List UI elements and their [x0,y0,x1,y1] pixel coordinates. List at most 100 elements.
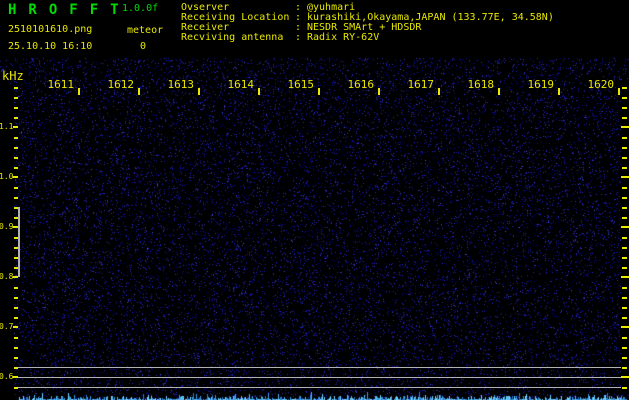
y-axis-unit-label: kHz [2,71,24,81]
y-axis-tick-major [13,326,18,328]
y-axis-tick-major [621,226,629,228]
y-axis-tick-minor [622,247,627,249]
y-axis-label: 0.9 [0,223,13,231]
x-axis-tick [258,88,260,95]
y-axis-tick-minor [622,387,627,389]
y-axis-tick-minor [14,217,18,219]
y-axis-label: 1.0 [0,173,13,181]
y-axis-tick-minor [14,317,18,319]
y-axis-tick-minor [14,97,18,99]
y-axis-tick-minor [14,197,18,199]
y-axis-tick-minor [14,157,18,159]
y-axis-tick-minor [622,347,627,349]
y-axis-tick-major [621,176,629,178]
y-axis-tick-minor [622,317,627,319]
meteor-counter-value: 0 [140,42,146,52]
carrier-line [18,377,621,378]
y-axis-tick-minor [14,137,18,139]
edge-artifact-line [18,207,20,277]
spectrogram-noise-canvas [0,0,629,400]
y-axis-tick-minor [622,267,627,269]
x-axis-tick [438,88,440,95]
y-axis-tick-minor [14,237,18,239]
x-axis-tick [78,88,80,95]
y-axis-tick-minor [622,297,627,299]
info-row: Recviving antenna: Radix RY-62V [181,33,621,43]
y-axis-tick-major [13,126,18,128]
app-version: 1.0.0f [122,3,158,14]
y-axis-tick-minor [622,357,627,359]
x-axis-label: 1614 [224,80,254,90]
hrofft-window: HROFFT 1.0.0f 2510101610.png meteor 25.1… [0,0,629,400]
x-axis-label: 1618 [464,80,494,90]
x-axis-tick [378,88,380,95]
y-axis-label: 0.6 [0,373,13,381]
x-axis-tick [558,88,560,95]
y-axis-tick-minor [14,347,18,349]
y-axis-tick-minor [14,357,18,359]
y-axis-tick-minor [622,217,627,219]
x-axis-tick [138,88,140,95]
y-axis-tick-minor [14,207,18,209]
y-axis-label: 0.7 [0,323,13,331]
meteor-counter-label: meteor [127,26,163,36]
x-axis-label: 1612 [104,80,134,90]
y-axis-tick-minor [622,147,627,149]
y-axis-tick-minor [14,167,18,169]
y-axis-tick-minor [14,87,18,89]
y-axis-tick-minor [622,87,627,89]
y-axis-tick-major [13,376,18,378]
y-axis-tick-minor [622,157,627,159]
y-axis-tick-minor [14,267,18,269]
y-axis-tick-major [621,376,629,378]
y-axis-tick-minor [622,287,627,289]
y-axis-tick-major [621,126,629,128]
x-axis-tick [198,88,200,95]
y-axis-tick-minor [14,117,18,119]
y-axis-tick-minor [622,197,627,199]
carrier-line [18,387,621,388]
x-axis-tick [318,88,320,95]
y-axis-tick-minor [14,287,18,289]
y-axis-tick-minor [622,137,627,139]
y-axis-tick-minor [14,307,18,309]
x-axis-label: 1617 [404,80,434,90]
y-axis-tick-minor [14,107,18,109]
y-axis-tick-minor [622,237,627,239]
y-axis-tick-minor [622,257,627,259]
y-axis-tick-minor [622,187,627,189]
y-axis-tick-major [13,226,18,228]
output-filename: 2510101610.png [8,25,92,35]
y-axis-label: 1.1 [0,123,13,131]
x-axis-label: 1615 [284,80,314,90]
x-axis-label: 1620 [584,80,614,90]
y-axis-tick-minor [14,297,18,299]
y-axis-tick-major [13,276,18,278]
x-axis-label: 1613 [164,80,194,90]
x-axis-tick [618,88,620,95]
y-axis-tick-minor [14,147,18,149]
y-axis-tick-minor [622,207,627,209]
y-axis-tick-minor [14,337,18,339]
y-axis-tick-minor [622,167,627,169]
y-axis-tick-minor [14,367,18,369]
y-axis-tick-minor [622,367,627,369]
y-axis-tick-minor [622,117,627,119]
y-axis-tick-minor [622,107,627,109]
observation-datetime: 25.10.10 16:10 [8,42,92,52]
carrier-line [18,367,621,368]
info-separator: : [295,33,301,43]
x-axis-label: 1611 [44,80,74,90]
x-axis-tick [498,88,500,95]
x-axis-label: 1616 [344,80,374,90]
y-axis-label: 0.8 [0,273,13,281]
info-value: Radix RY-62V [307,33,379,43]
y-axis-tick-major [13,176,18,178]
y-axis-tick-minor [622,97,627,99]
x-axis-label: 1619 [524,80,554,90]
y-axis-tick-minor [622,307,627,309]
y-axis-tick-minor [14,247,18,249]
observer-info-block: Ovserver: @yuhmari Receiving Location: kura… [181,3,621,43]
y-axis-tick-minor [14,187,18,189]
y-axis-tick-minor [622,337,627,339]
